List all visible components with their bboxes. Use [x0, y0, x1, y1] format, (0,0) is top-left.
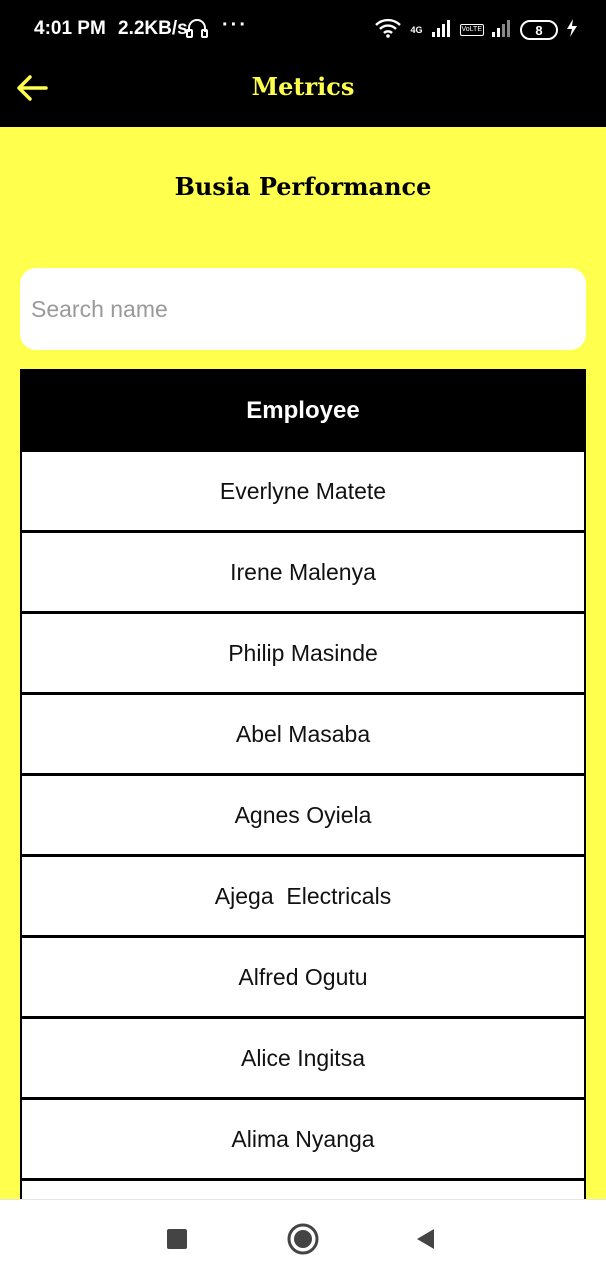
table-row[interactable] [22, 1181, 584, 1199]
triangle-back-icon [414, 1227, 436, 1256]
table-row[interactable]: Agnes Oyiela [22, 776, 584, 857]
circle-icon [286, 1222, 320, 1261]
home-button[interactable] [284, 1222, 322, 1260]
network-type-badge: 4G [410, 25, 423, 35]
search-box [20, 268, 586, 350]
headphone-icon [186, 18, 208, 43]
search-input[interactable] [20, 268, 586, 350]
app-title: Metrics [251, 72, 355, 101]
wifi-icon [375, 18, 402, 43]
table-row[interactable]: Irene Malenya [22, 533, 584, 614]
table-row[interactable]: Everlyne Matete [22, 452, 584, 533]
status-icons: 4G VoLTE 8 [375, 16, 578, 44]
signal-icon [431, 19, 452, 42]
status-bar: 4:01 PM 2.2KB/s ··· 4G VoLTE 8 [0, 0, 606, 60]
system-nav-bar [0, 1199, 606, 1280]
battery-level: 8 [535, 22, 543, 38]
table-row[interactable]: Alice Ingitsa [22, 1019, 584, 1100]
more-notifications-icon: ··· [222, 14, 248, 36]
page-title: Busia Performance [174, 172, 432, 201]
table-row[interactable]: Philip Masinde [22, 614, 584, 695]
network-speed: 2.2KB/s [118, 18, 188, 39]
table-row[interactable]: Abel Masaba [22, 695, 584, 776]
volte-badge: VoLTE [459, 24, 484, 36]
battery-icon: 8 [520, 20, 558, 40]
employee-table: Employee Everlyne Matete Irene Malenya P… [20, 369, 586, 1199]
square-icon [166, 1228, 188, 1255]
status-time: 4:01 PM [34, 18, 106, 39]
table-row[interactable]: Alima Nyanga [22, 1100, 584, 1181]
table-row[interactable]: Alfred Ogutu [22, 938, 584, 1019]
table-header-employee: Employee [22, 369, 584, 452]
app-bar: Metrics [0, 60, 606, 127]
table-row[interactable]: Ajega Electricals [22, 857, 584, 938]
recents-button[interactable] [158, 1222, 196, 1260]
charging-icon [566, 18, 578, 42]
signal-icon-2 [492, 19, 512, 42]
system-back-button[interactable] [406, 1222, 444, 1260]
